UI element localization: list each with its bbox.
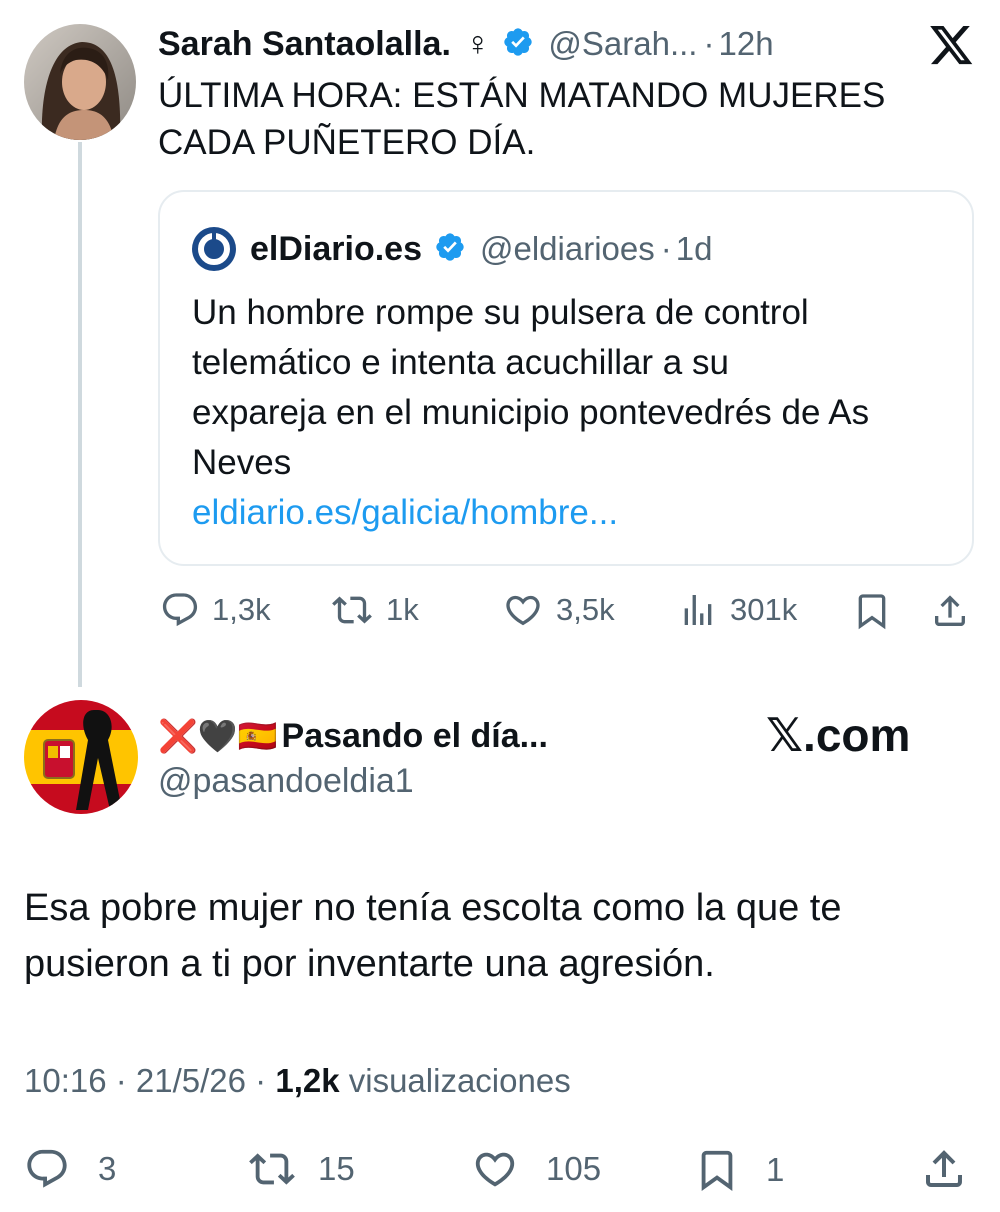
parent-tweet-header: Sarah Santaolalla. ♀ @Sarah... · 12h (158, 22, 774, 66)
reply-count: 1,3k (212, 592, 271, 627)
tweet-timestamp[interactable]: 10:16 · 21/5/26 · (24, 1062, 275, 1099)
parent-text-line-2: CADA PUÑETERO DÍA. (158, 123, 536, 162)
eldiario-logo-icon (192, 227, 236, 271)
parent-text-line-1: ÚLTIMA HORA: ESTÁN MATANDO MUJERES (158, 76, 886, 115)
verified-badge-icon (434, 231, 466, 268)
like-button[interactable]: 3,5k (502, 590, 615, 630)
reply-author-handle[interactable]: @pasandoeldia1 (158, 762, 414, 801)
repost-icon (249, 1153, 295, 1185)
repost-button[interactable]: 15 (246, 1146, 355, 1192)
bookmark-button[interactable] (852, 590, 892, 632)
reply-tweet-header: ❌🖤🇪🇸 Pasando el día... (158, 712, 548, 760)
views-button[interactable]: 301k (678, 590, 797, 630)
reply-icon (162, 593, 198, 627)
thread-line (78, 142, 82, 687)
reply-button[interactable]: 3 (24, 1146, 116, 1192)
like-count: 3,5k (556, 592, 615, 627)
quote-text-line-1: Un hombre rompe su pulsera de control (192, 293, 809, 332)
quote-author-name[interactable]: elDiario.es (250, 230, 422, 269)
share-icon (935, 595, 965, 626)
views-count: 301k (730, 592, 798, 627)
like-button[interactable]: 105 (470, 1146, 601, 1192)
repost-count: 15 (318, 1150, 355, 1187)
bookmark-count: 1 (766, 1151, 785, 1188)
share-button[interactable] (920, 1144, 968, 1194)
reply-icon (27, 1149, 67, 1188)
reply-text-line-2: pusieron a ti por inventarte una agresió… (24, 943, 715, 985)
name-symbol: ♀ (464, 24, 491, 63)
avatar-pasandoeldia[interactable] (24, 700, 138, 814)
quote-link[interactable]: eldiario.es/galicia/hombre... (192, 488, 962, 538)
reply-count: 3 (98, 1150, 117, 1187)
reply-text-line-1: Esa pobre mujer no tenía escolta como la… (24, 887, 842, 929)
repost-button[interactable]: 1k (330, 590, 419, 630)
quote-text-line-2: telemático e intenta acuchillar a su (192, 343, 729, 382)
verified-badge-icon (502, 26, 534, 63)
bookmark-icon (701, 1150, 733, 1191)
views-total: 1,2k (275, 1062, 340, 1099)
tweet-meta: 10:16 · 21/5/26 · 1,2k visualizaciones (24, 1062, 571, 1100)
x-logo-icon[interactable] (930, 26, 974, 66)
watermark-xcom: 𝕏.com (766, 709, 911, 761)
heart-icon (475, 1152, 515, 1187)
quote-author-handle[interactable]: @eldiarioes (480, 230, 655, 268)
bookmark-button[interactable]: 1 (694, 1146, 784, 1194)
quote-text-line-4: Neves (192, 443, 292, 482)
tweet-time[interactable]: 12h (718, 25, 773, 63)
quote-separator: · (660, 230, 672, 267)
heart-icon (506, 595, 540, 626)
header-separator: · (703, 25, 715, 62)
like-count: 105 (546, 1150, 602, 1187)
share-icon (926, 1150, 962, 1187)
share-button[interactable] (930, 590, 970, 632)
reply-tweet-text: Esa pobre mujer no tenía escolta como la… (24, 880, 984, 992)
author-name[interactable]: Sarah Santaolalla. (158, 25, 451, 64)
quote-text: Un hombre rompe su pulsera de control te… (192, 288, 962, 538)
quote-time[interactable]: 1d (676, 230, 713, 268)
bookmark-icon (858, 594, 886, 630)
reply-button[interactable]: 1,3k (160, 590, 271, 630)
repost-icon (332, 596, 372, 624)
avatar-sarah[interactable] (24, 24, 136, 140)
reply-author-name[interactable]: Pasando el día... (282, 717, 548, 756)
views-label: visualizaciones (339, 1062, 571, 1099)
repost-count: 1k (386, 592, 419, 627)
views-icon (684, 595, 712, 625)
parent-tweet-text: ÚLTIMA HORA: ESTÁN MATANDO MUJERES CADA … (158, 72, 958, 166)
reply-author-emoji: ❌🖤🇪🇸 (158, 718, 278, 754)
author-handle[interactable]: @Sarah... (548, 25, 697, 63)
quote-header: elDiario.es @eldiarioes · 1d (192, 226, 712, 272)
quote-text-line-3: expareja en el municipio pontevedrés de … (192, 393, 870, 432)
